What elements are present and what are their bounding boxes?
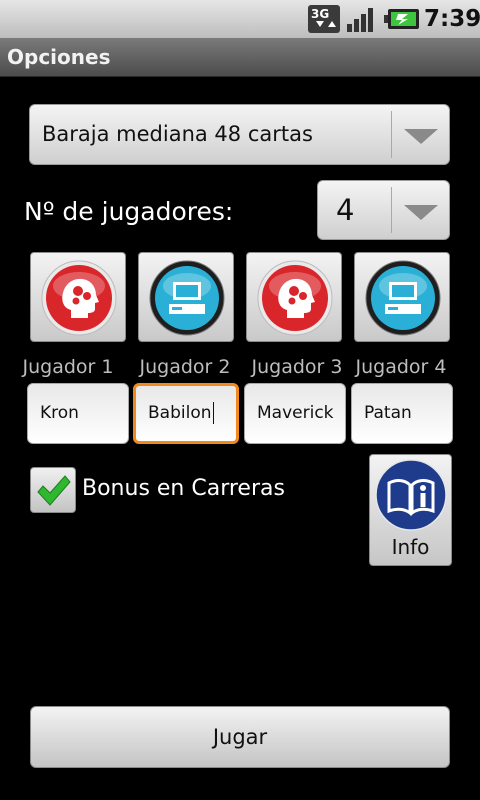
info-button-label: Info	[391, 535, 430, 559]
player-2-type-button[interactable]	[138, 252, 234, 342]
player-3-name-input[interactable]: Maverick	[244, 383, 346, 444]
player-2-name-input[interactable]: Babilon	[133, 383, 239, 444]
deck-spinner-value: Baraja mediana 48 cartas	[42, 122, 313, 146]
svg-text:3G: 3G	[311, 7, 329, 21]
3g-network-icon: 3G	[308, 5, 340, 33]
player-4-type-button[interactable]	[354, 252, 450, 342]
text-caret	[212, 402, 214, 424]
status-time: 7:39	[424, 6, 480, 32]
player-4-label: Jugador 4	[355, 356, 447, 378]
player-4-name: Patan	[364, 403, 412, 423]
deck-spinner[interactable]: Baraja mediana 48 cartas	[29, 104, 450, 165]
chevron-down-icon	[404, 129, 438, 144]
player-3-name: Maverick	[257, 403, 334, 423]
status-bar: 3G 7:39	[0, 0, 480, 38]
brain-icon	[257, 260, 333, 336]
computer-icon	[365, 260, 441, 336]
player-2-label: Jugador 2	[139, 356, 231, 378]
players-count-label: Nº de jugadores:	[24, 197, 234, 226]
spinner-separator	[391, 111, 392, 158]
players-count-value: 4	[336, 193, 355, 227]
bonus-label: Bonus en Carreras	[82, 476, 285, 501]
checkmark-icon	[37, 475, 71, 506]
signal-strength-icon	[347, 8, 373, 32]
player-3-type-button[interactable]	[246, 252, 342, 342]
player-1-label: Jugador 1	[22, 356, 114, 378]
chevron-down-icon	[404, 205, 438, 220]
book-info-icon	[375, 459, 447, 531]
battery-charging-icon	[384, 9, 419, 29]
player-1-name-input[interactable]: Kron	[27, 383, 129, 444]
player-1-type-button[interactable]	[30, 252, 126, 342]
bonus-checkbox[interactable]	[30, 467, 76, 513]
info-button[interactable]: Info	[369, 454, 452, 566]
brain-icon	[41, 260, 117, 336]
play-button[interactable]: Jugar	[30, 706, 450, 768]
player-3-label: Jugador 3	[251, 356, 343, 378]
title-bar: Opciones	[0, 38, 480, 77]
player-1-name: Kron	[40, 403, 79, 423]
page-title: Opciones	[7, 45, 111, 69]
spinner-separator	[391, 187, 392, 233]
player-4-name-input[interactable]: Patan	[351, 383, 453, 444]
players-count-spinner[interactable]: 4	[317, 180, 450, 240]
player-2-name: Babilon	[148, 403, 212, 423]
computer-icon	[149, 260, 225, 336]
